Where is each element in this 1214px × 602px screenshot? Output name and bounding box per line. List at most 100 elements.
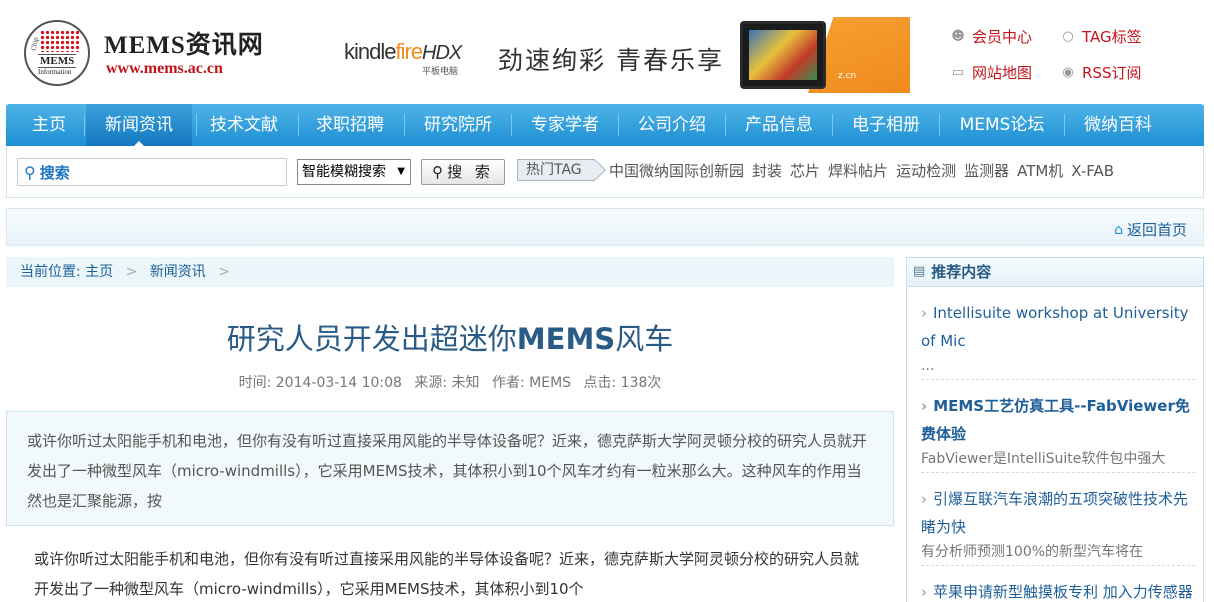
search-input-label: 搜索 [39, 163, 70, 182]
nav-item-news[interactable]: 新闻资讯 [86, 104, 192, 146]
hot-tag-link[interactable]: X-FAB [1071, 159, 1114, 183]
nav-item-experts[interactable]: 专家学者 [521, 104, 609, 146]
sitemap-icon: ▭ [951, 65, 965, 80]
search-mode-value: 智能模糊搜索 [302, 164, 386, 180]
nav-divider [832, 114, 833, 136]
nav-divider [298, 114, 299, 136]
list-item: › Intellisuite workshop at University of … [921, 287, 1195, 380]
hot-tag-link[interactable]: 监测器 [964, 159, 1009, 183]
recommended-list: › Intellisuite workshop at University of … [906, 287, 1204, 602]
ad-banner[interactable]: kindlefireHDX 平板电脑 劲速绚彩 青春乐享 z.cn [338, 17, 910, 93]
hot-tag-link[interactable]: 焊料帖片 [828, 159, 888, 183]
banner-kindle-word: kindle [344, 39, 396, 64]
logo-mems-text: MEMS [38, 54, 77, 68]
article-title-prefix: 研究人员开发出超迷你 [226, 322, 517, 356]
banner-slogan: 劲速绚彩 青春乐享 [498, 46, 724, 75]
hot-tag-link[interactable]: 中国微纳国际创新园 [609, 159, 744, 183]
breadcrumb: 当前位置: 主页 > 新闻资讯 > [6, 257, 894, 287]
breadcrumb-home[interactable]: 主页 [85, 264, 113, 280]
nav-divider [404, 114, 405, 136]
hot-tag-link[interactable]: ATM机 [1017, 159, 1063, 183]
member-center-label: 会员中心 [972, 28, 1033, 46]
banner-small-text: z.cn [838, 71, 857, 81]
nav-divider [511, 114, 512, 136]
nav-divider [618, 114, 619, 136]
nav-divider [939, 114, 940, 136]
nav-item-tech-docs[interactable]: 技术文献 [200, 104, 288, 146]
search-button-icon: ⚲ [432, 163, 444, 181]
recommended-link[interactable]: › 苹果申请新型触摸板专利 加入力传感器 [921, 583, 1193, 601]
rss-icon: ◉ [1062, 65, 1074, 80]
nav-item-wiki[interactable]: 微纳百科 [1074, 104, 1162, 146]
breadcrumb-separator: > [125, 264, 138, 280]
nav-item-jobs[interactable]: 求职招聘 [306, 104, 394, 146]
logo-chip-text: Chip [29, 36, 40, 52]
list-item: › MEMS工艺仿真工具--FabViewer免费体验 FabViewer是Int… [921, 380, 1195, 473]
logo-info-text: Information [38, 68, 72, 76]
banner-hdx-word: HDX [422, 42, 462, 64]
return-home-label: 返回首页 [1126, 221, 1187, 239]
hot-tag-link[interactable]: 运动检测 [896, 159, 956, 183]
sitemap-link[interactable]: ▭ 网站地图 [950, 62, 1032, 83]
tablet-screen [749, 30, 817, 80]
article-title-suffix: 风车 [615, 322, 674, 356]
search-button-label: 搜 索 [447, 163, 494, 181]
search-input[interactable]: ⚲ 搜索 [17, 158, 287, 186]
tag-link[interactable]: ○ TAG标签 [1060, 26, 1142, 47]
logo-dots-graphic [40, 30, 80, 52]
article-author: 作者: MEMS [492, 375, 572, 391]
recommended-link[interactable]: › Intellisuite workshop at University of … [921, 304, 1189, 350]
nav-item-forum[interactable]: MEMS论坛 [949, 104, 1055, 146]
nav-item-home[interactable]: 主页 [18, 104, 80, 146]
sitemap-label: 网站地图 [972, 64, 1033, 82]
article-body: 或许你听过太阳能手机和电池，但你有没有听过直接采用风能的半导体设备呢？近来，德克… [34, 550, 860, 598]
article-clicks: 点击: 138次 [583, 375, 662, 391]
nav-item-institutes[interactable]: 研究院所 [414, 104, 502, 146]
document-icon: ▤ [913, 264, 926, 279]
recommended-desc: FabViewer是IntelliSuite软件包中强大 [921, 451, 1166, 467]
nav-item-companies[interactable]: 公司介绍 [628, 104, 716, 146]
nav-item-albums[interactable]: 电子相册 [842, 104, 930, 146]
banner-subtitle: 平板电脑 [422, 67, 459, 77]
hot-tag-link[interactable]: 芯片 [790, 159, 820, 183]
nav-item-products[interactable]: 产品信息 [735, 104, 823, 146]
recommended-link-text: Intellisuite workshop at University of M… [921, 304, 1189, 350]
banner-fire-word: fire [395, 39, 423, 64]
return-bar: ⌂ 返回首页 [6, 208, 1204, 246]
recommended-link[interactable]: › 引爆互联汽车浪潮的五项突破性技术先睹为快 [921, 490, 1188, 536]
hot-tag-list: 中国微纳国际创新园 封装 芯片 焊料帖片 运动检测 监测器 ATM机 X-FAB [609, 159, 1114, 183]
recommended-title: 推荐内容 [931, 263, 992, 281]
list-item: › 引爆互联汽车浪潮的五项突破性技术先睹为快 有分析师预测100%的新型汽车将在 [921, 473, 1195, 566]
recommended-link-text: 苹果申请新型触摸板专利 加入力传感器 [933, 583, 1193, 601]
recommended-desc: 有分析师预测100%的新型汽车将在 [921, 544, 1144, 560]
hot-tag-label: 热门TAG [517, 159, 595, 181]
chevron-right-icon: › [921, 490, 927, 508]
breadcrumb-prefix: 当前位置: [20, 264, 81, 280]
main-nav: 主页 新闻资讯 技术文献 求职招聘 研究院所 专家学者 公司介绍 产品信息 电子… [6, 104, 1204, 146]
site-logo[interactable]: Chip MEMS Information MEMS资讯网 www.mems.a… [24, 20, 274, 86]
search-bar: ⚲ 搜索 智能模糊搜索 ▼ ⚲ 搜 索 热门TAG 中国微纳国际创新园 封装 芯片… [6, 146, 1204, 198]
tag-icon: ○ [1062, 29, 1074, 44]
rss-link[interactable]: ◉ RSS订阅 [1060, 62, 1141, 83]
recommended-desc: ... [921, 358, 935, 374]
recommended-link-text: 引爆互联汽车浪潮的五项突破性技术先睹为快 [921, 490, 1189, 536]
return-home-link[interactable]: ⌂ 返回首页 [1114, 219, 1187, 240]
tag-label: TAG标签 [1082, 28, 1142, 46]
member-center-link[interactable]: ☻ 会员中心 [950, 26, 1032, 47]
article-meta: 时间: 2014-03-14 10:08 来源: 未知 作者: MEMS 点击:… [6, 372, 894, 392]
chevron-right-icon: › [921, 304, 927, 322]
hot-tag-link[interactable]: 封装 [752, 159, 782, 183]
recommended-link[interactable]: › MEMS工艺仿真工具--FabViewer免费体验 [921, 397, 1190, 443]
search-button[interactable]: ⚲ 搜 索 [421, 159, 505, 185]
chevron-right-icon: › [921, 397, 928, 415]
breadcrumb-news[interactable]: 新闻资讯 [150, 264, 206, 280]
search-mode-select[interactable]: 智能模糊搜索 ▼ [297, 159, 411, 185]
user-icon: ☻ [951, 29, 965, 44]
nav-divider [725, 114, 726, 136]
breadcrumb-separator: > [218, 264, 230, 280]
banner-brand: kindlefireHDX [344, 39, 462, 65]
site-url: www.mems.ac.cn [106, 60, 223, 77]
article-time: 时间: 2014-03-14 10:08 [238, 375, 402, 391]
nav-divider [196, 114, 197, 136]
recommended-header: ▤ 推荐内容 [906, 257, 1204, 287]
